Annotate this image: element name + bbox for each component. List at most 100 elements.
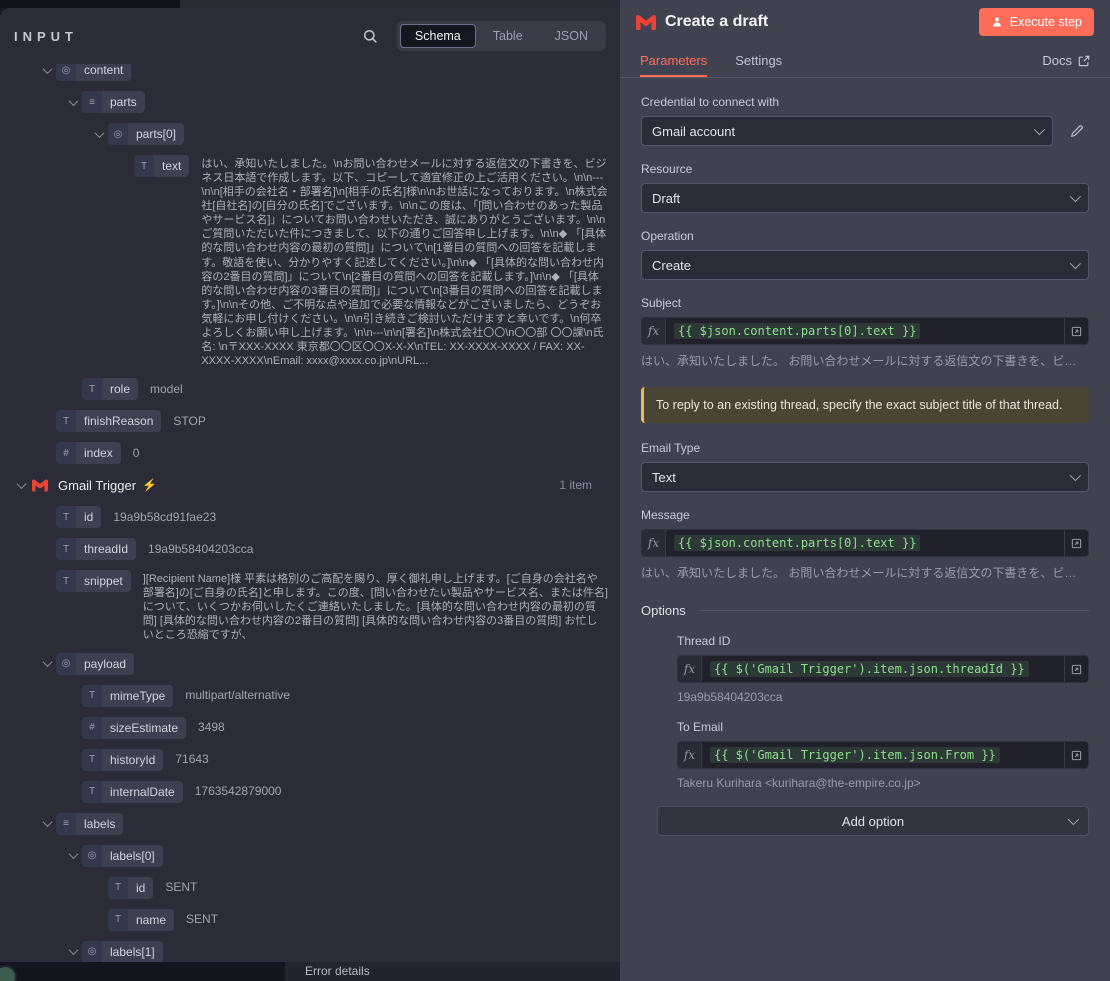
tree-row[interactable]: T text はい、承知いたしました。\nお問い合わせメールに対する返信文の下書… xyxy=(0,150,608,373)
schema-key: name xyxy=(136,912,167,927)
tree-row[interactable]: # index 0 xyxy=(0,437,608,469)
schema-key-pill[interactable]: ≡ parts xyxy=(82,91,145,113)
tab-settings[interactable]: Settings xyxy=(735,44,782,77)
node-name: Gmail Trigger xyxy=(58,477,137,493)
schema-value: multipart/alternative xyxy=(185,688,291,703)
schema-key-pill[interactable]: ≡ labels xyxy=(56,812,124,835)
tree-node-header[interactable]: Gmail Trigger ⚡ 1 item xyxy=(0,469,608,501)
schema-value: ][Recipient Name]様 平素は格別のご高配を賜り、厚く御礼申し上げ… xyxy=(142,573,608,642)
docs-label: Docs xyxy=(1042,53,1072,68)
expand-expression-icon[interactable] xyxy=(1064,656,1088,682)
schema-key-pill[interactable]: ◎ payload xyxy=(56,652,135,675)
schema-key-pill[interactable]: # sizeEstimate xyxy=(82,716,187,739)
chevron-down-icon[interactable] xyxy=(38,813,56,835)
schema-key-pill[interactable]: T id xyxy=(108,876,154,899)
gmail-icon xyxy=(32,476,50,494)
schema-key-pill[interactable]: ◎ labels[1] xyxy=(82,940,163,962)
add-option-button[interactable]: Add option xyxy=(657,806,1089,836)
tree-row[interactable]: T internalDate 1763542879000 xyxy=(0,776,608,808)
tree-row[interactable]: # sizeEstimate 3498 xyxy=(0,712,608,744)
tab-schema[interactable]: Schema xyxy=(399,24,476,48)
edit-credential-pencil-icon[interactable] xyxy=(1065,119,1089,143)
tree-row[interactable]: ◎ payload xyxy=(0,648,608,680)
schema-key-pill[interactable]: T internalDate xyxy=(82,780,183,803)
string-icon: T xyxy=(134,155,154,177)
schema-key-pill[interactable]: T name xyxy=(108,908,175,931)
tree-row[interactable]: T threadId 19a9b58404203cca xyxy=(0,533,608,565)
schema-key-pill[interactable]: T mimeType xyxy=(82,684,174,707)
ndv-tab-bar: Parameters Settings Docs xyxy=(620,44,1110,78)
chevron-down-icon[interactable] xyxy=(64,941,82,962)
tree-row[interactable]: T snippet ][Recipient Name]様 平素は格別のご高配を賜… xyxy=(0,565,608,647)
execute-step-label: Execute step xyxy=(1009,15,1082,29)
to-email-expression: {{ $('Gmail Trigger').item.json.From }} xyxy=(710,747,1000,763)
schema-value: 19a9b58cd91fae23 xyxy=(113,510,217,525)
expand-expression-icon[interactable] xyxy=(1064,318,1088,344)
chevron-down-icon[interactable] xyxy=(38,64,56,81)
schema-key-pill[interactable]: ◎ parts[0] xyxy=(108,123,185,145)
tree-row[interactable]: T id SENT xyxy=(0,872,608,904)
fx-icon: fx xyxy=(642,318,666,344)
to-email-expression-input[interactable]: fx {{ $('Gmail Trigger').item.json.From … xyxy=(677,741,1089,769)
tree-row[interactable]: T name SENT xyxy=(0,904,608,936)
message-expression-input[interactable]: fx {{ $json.content.parts[0].text }} xyxy=(641,529,1089,557)
schema-key-pill[interactable]: T text xyxy=(134,155,190,177)
execute-step-button[interactable]: Execute step xyxy=(978,8,1094,36)
number-icon: # xyxy=(56,442,76,465)
schema-key-pill[interactable]: T finishReason xyxy=(56,410,162,433)
subject-expression-input[interactable]: fx {{ $json.content.parts[0].text }} xyxy=(641,317,1089,345)
thread-id-preview: 19a9b58404203cca xyxy=(677,690,783,704)
docs-link[interactable]: Docs xyxy=(1042,44,1090,77)
tree-row[interactable]: T id 19a9b58cd91fae23 xyxy=(0,501,608,533)
tab-table[interactable]: Table xyxy=(478,24,538,48)
search-icon[interactable] xyxy=(359,24,383,48)
schema-key-pill[interactable]: ◎ content xyxy=(56,64,132,81)
tree-row[interactable]: ◎ parts[0] xyxy=(0,118,608,150)
message-expression: {{ $json.content.parts[0].text }} xyxy=(674,535,921,551)
schema-value: STOP xyxy=(173,414,206,429)
chevron-down-icon[interactable] xyxy=(64,845,82,867)
tree-row[interactable]: T mimeType multipart/alternative xyxy=(0,680,608,712)
schema-key-pill[interactable]: # index xyxy=(56,442,121,465)
expand-expression-icon[interactable] xyxy=(1064,530,1088,556)
tree-row[interactable]: ◎ labels[1] xyxy=(0,936,608,962)
schema-value: 1763542879000 xyxy=(194,784,282,799)
tree-row[interactable]: T historyId 71643 xyxy=(0,744,608,776)
chevron-down-icon[interactable] xyxy=(64,91,82,113)
schema-key-pill[interactable]: T historyId xyxy=(82,748,164,771)
expand-expression-icon[interactable] xyxy=(1064,742,1088,768)
chevron-down-icon[interactable] xyxy=(90,123,108,145)
tree-row[interactable]: ◎ content xyxy=(0,64,608,86)
subject-expression: {{ $json.content.parts[0].text }} xyxy=(674,323,921,339)
chevron-down-icon[interactable] xyxy=(38,653,56,675)
schema-key-pill[interactable]: T threadId xyxy=(56,538,137,561)
error-details-button[interactable]: Error details xyxy=(285,962,620,981)
string-icon: T xyxy=(108,876,128,899)
schema-value: 71643 xyxy=(175,752,209,767)
fx-icon: fx xyxy=(678,742,702,768)
schema-key-pill[interactable]: T snippet xyxy=(56,570,131,593)
resource-select[interactable]: Draft xyxy=(641,183,1089,213)
chevron-down-icon[interactable] xyxy=(12,474,30,496)
email-type-select[interactable]: Text xyxy=(641,462,1089,492)
tab-parameters[interactable]: Parameters xyxy=(640,44,707,77)
schema-key: payload xyxy=(84,656,127,671)
credential-select[interactable]: Gmail account xyxy=(641,116,1053,146)
thread-id-expression-input[interactable]: fx {{ $('Gmail Trigger').item.json.threa… xyxy=(677,655,1089,683)
schema-value: SENT xyxy=(165,880,198,895)
tree-row[interactable]: T role model xyxy=(0,373,608,405)
tree-row[interactable]: ≡ labels xyxy=(0,808,608,840)
string-icon: T xyxy=(56,570,76,593)
tab-json[interactable]: JSON xyxy=(540,24,603,48)
schema-key-pill[interactable]: ◎ labels[0] xyxy=(82,844,163,867)
schema-key-pill[interactable]: T id xyxy=(56,506,102,529)
credential-label: Credential to connect with xyxy=(641,95,780,109)
schema-key: content xyxy=(84,64,124,77)
tree-row[interactable]: ◎ labels[0] xyxy=(0,840,608,872)
schema-key: internalDate xyxy=(110,784,175,799)
tree-row[interactable]: ≡ parts xyxy=(0,86,608,118)
string-icon: T xyxy=(108,908,128,931)
operation-select[interactable]: Create xyxy=(641,250,1089,280)
tree-row[interactable]: T finishReason STOP xyxy=(0,405,608,437)
schema-key-pill[interactable]: T role xyxy=(82,378,139,401)
